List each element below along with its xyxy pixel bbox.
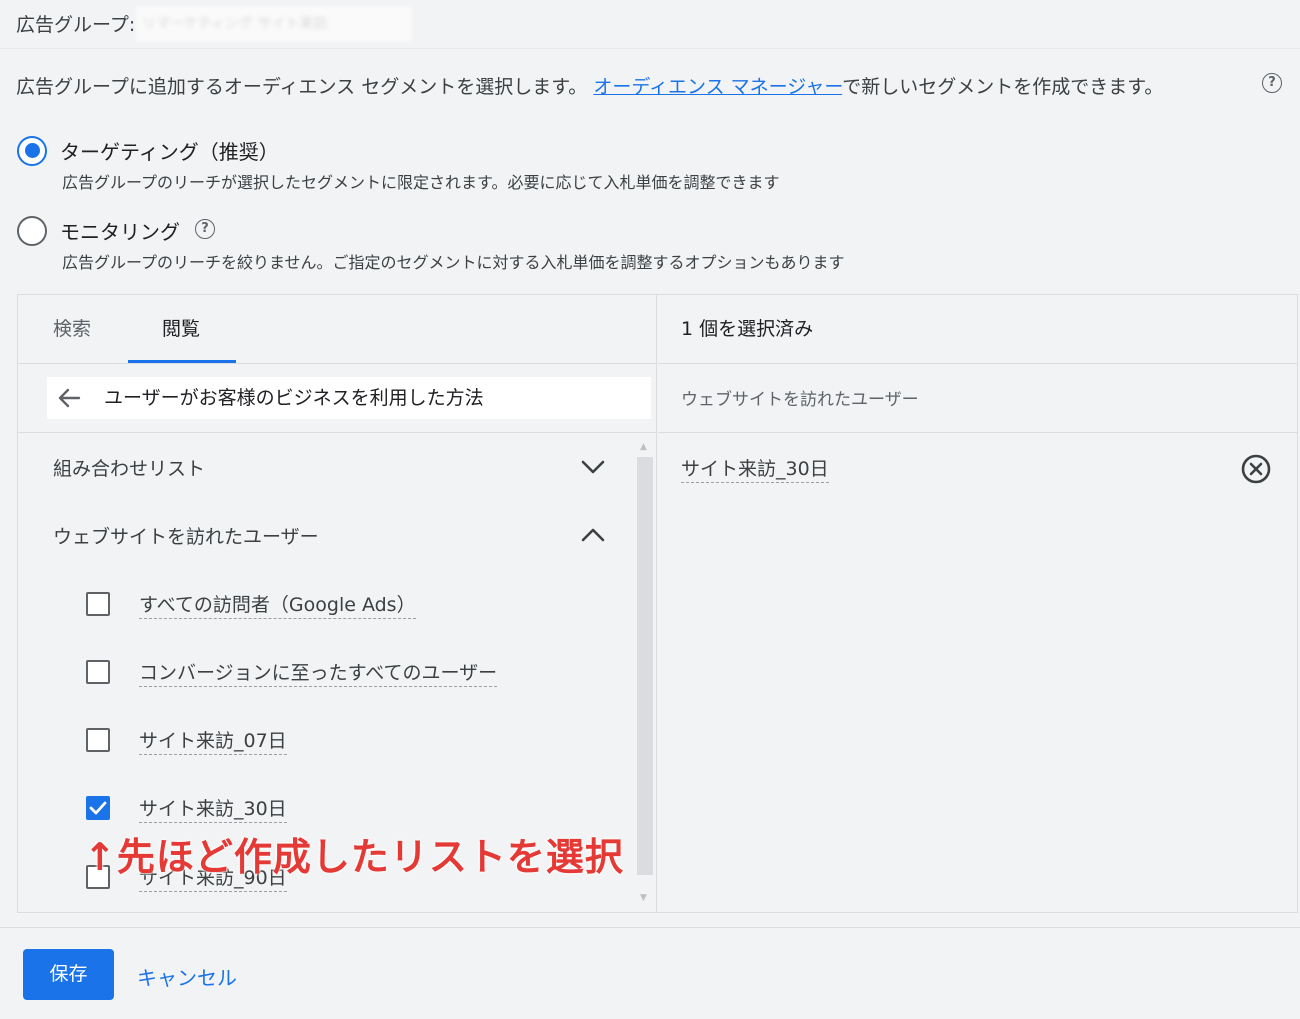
- selected-group-divider: [658, 432, 1297, 433]
- ad-group-name: リマーケティング サイト来訪: [136, 6, 412, 42]
- breadcrumb-divider: [18, 432, 657, 433]
- ad-group-label: 広告グループ:: [16, 14, 136, 36]
- monitoring-radio[interactable]: [17, 216, 47, 246]
- selected-segment: サイト来訪_30日: [681, 454, 829, 483]
- category-combined-lists[interactable]: 組み合わせリスト: [18, 445, 628, 491]
- tab-search[interactable]: 検索: [53, 295, 91, 363]
- category-title: ウェブサイトを訪れたユーザー: [53, 526, 319, 548]
- checkbox-converted-users[interactable]: [86, 660, 110, 684]
- tab-browse[interactable]: 閲覧: [162, 295, 200, 363]
- scroll-down-icon[interactable]: ▼: [640, 893, 647, 903]
- segment-visit-07[interactable]: サイト来訪_07日: [139, 726, 287, 755]
- save-button[interactable]: 保存: [23, 949, 114, 1000]
- checkbox-all-visitors[interactable]: [86, 592, 110, 616]
- back-arrow-icon[interactable]: [53, 377, 85, 434]
- description-text-after: で新しいセグメントを作成できます。: [842, 76, 1164, 98]
- segment-converted-users[interactable]: コンバージョンに至ったすべてのユーザー: [139, 658, 498, 687]
- tab-divider: [18, 363, 657, 364]
- category-website-visitors[interactable]: ウェブサイトを訪れたユーザー: [18, 513, 628, 559]
- targeting-radio[interactable]: [17, 136, 47, 166]
- monitoring-help-icon[interactable]: ?: [195, 219, 215, 239]
- segment-description: 広告グループに追加するオーディエンス セグメントを選択します。 オーディエンス …: [16, 72, 1163, 99]
- monitoring-description: 広告グループのリーチを絞りません。ご指定のセグメントに対する入札単価を調整するオ…: [62, 253, 845, 272]
- chevron-down-icon: [579, 453, 607, 485]
- audience-manager-link[interactable]: オーディエンス マネージャー: [593, 76, 842, 98]
- scroll-up-icon[interactable]: ▲: [640, 442, 647, 452]
- targeting-description: 広告グループのリーチが選択したセグメントに限定されます。必要に応じて入札単価を調…: [62, 173, 780, 192]
- selected-group-label: ウェブサイトを訪れたユーザー: [681, 390, 919, 410]
- segment-picker-panel: 検索 閲覧 ユーザーがお客様のビジネスを利用した方法 組み合わせリスト ウェブサ…: [17, 294, 1298, 913]
- breadcrumb: ユーザーがお客様のビジネスを利用した方法: [47, 377, 651, 419]
- footer-divider: [0, 927, 1300, 928]
- checkbox-visit-30[interactable]: [86, 796, 110, 820]
- segment-visit-30[interactable]: サイト来訪_30日: [139, 794, 287, 823]
- selected-count: 1 個を選択済み: [681, 318, 814, 340]
- selected-pane: 1 個を選択済み ウェブサイトを訪れたユーザー サイト来訪_30日: [658, 295, 1297, 912]
- breadcrumb-label: ユーザーがお客様のビジネスを利用した方法: [104, 387, 484, 409]
- segment-all-visitors[interactable]: すべての訪問者（Google Ads）: [139, 590, 416, 619]
- category-title: 組み合わせリスト: [53, 458, 206, 480]
- cancel-button[interactable]: キャンセル: [137, 962, 237, 991]
- chevron-up-icon: [579, 521, 607, 553]
- browse-pane: 検索 閲覧 ユーザーがお客様のビジネスを利用した方法 組み合わせリスト ウェブサ…: [18, 295, 657, 912]
- checkbox-visit-07[interactable]: [86, 728, 110, 752]
- monitoring-title[interactable]: モニタリング: [60, 216, 180, 245]
- help-circle-icon[interactable]: ?: [1262, 73, 1282, 93]
- remove-circle-icon[interactable]: [1240, 453, 1272, 489]
- selected-header-divider: [658, 363, 1297, 364]
- description-text: 広告グループに追加するオーディエンス セグメントを選択します。: [16, 76, 588, 98]
- header-divider: [0, 48, 1300, 49]
- radio-selected-dot: [24, 143, 40, 158]
- check-icon: [89, 801, 107, 815]
- scrollbar[interactable]: [637, 457, 653, 875]
- annotation-text: ↑先ほど作成したリストを選択: [84, 835, 624, 879]
- targeting-title[interactable]: ターゲティング（推奨）: [60, 136, 279, 165]
